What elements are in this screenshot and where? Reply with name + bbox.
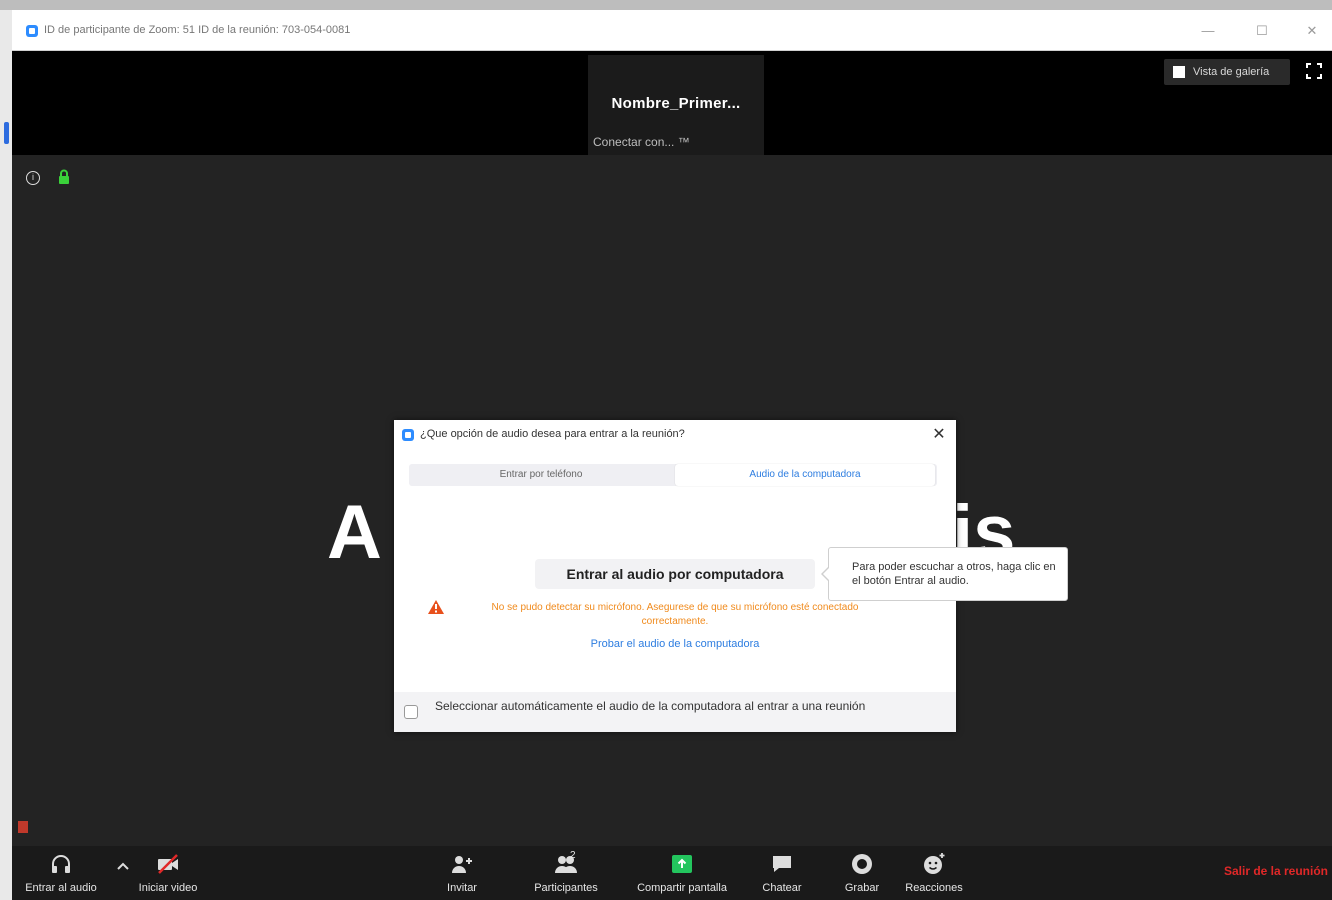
audio-tooltip: Para poder escuchar a otros, haga clic e… <box>821 547 1068 601</box>
tab-computer-audio[interactable]: Audio de la computadora <box>675 464 935 486</box>
record-label: Grabar <box>844 882 880 894</box>
speaker-name: Nombre_Primer... <box>611 95 741 112</box>
participants-count: 2 <box>570 850 576 861</box>
audio-tabs: Entrar por teléfono Audio de la computad… <box>409 464 937 486</box>
start-video-label: Iniciar video <box>138 882 198 894</box>
reactions-label: Reacciones <box>905 882 963 894</box>
headphones-icon <box>52 855 70 873</box>
emoji-icon <box>924 853 945 874</box>
join-computer-audio-button[interactable]: Entrar al audio por computadora <box>535 559 815 589</box>
zoom-app-icon <box>26 25 38 37</box>
share-screen-label: Compartir pantalla <box>637 882 727 894</box>
join-audio-button[interactable]: Entrar al audio <box>12 846 110 900</box>
gallery-view-button[interactable]: Vista de galería <box>1164 59 1290 85</box>
maximize-button[interactable]: ☐ <box>1248 20 1276 42</box>
tooltip-text: Para poder escuchar a otros, haga clic e… <box>852 561 1056 587</box>
recording-indicator <box>18 821 28 833</box>
record-icon <box>852 854 872 874</box>
desktop-left-strip <box>0 10 12 900</box>
invite-button[interactable]: Invitar <box>432 846 492 900</box>
fullscreen-icon[interactable] <box>1306 63 1322 79</box>
test-computer-audio-link: Probar el audio de la computadora <box>394 638 956 650</box>
background-name-text-left: A <box>327 490 382 575</box>
warning-icon <box>428 600 444 614</box>
gallery-view-label: Vista de galería <box>1193 66 1270 78</box>
meeting-toolbar: Entrar al audio Iniciar video Invitar 2 … <box>12 846 1332 900</box>
speaker-status: Conectar con... ™ <box>593 135 690 149</box>
meeting-info-icon[interactable]: i <box>26 171 40 185</box>
window-title: ID de participante de Zoom: 51 ID de la … <box>44 24 351 36</box>
chat-button[interactable]: Chatear <box>752 846 812 900</box>
add-user-icon <box>452 856 472 873</box>
close-window-button[interactable]: ✕ <box>1298 20 1326 42</box>
window-frame-top <box>0 0 1332 10</box>
participants-label: Participantes <box>534 882 598 894</box>
speaker-tile[interactable]: Nombre_Primer... Conectar con... ™ <box>588 55 764 155</box>
chat-icon <box>773 856 791 872</box>
dialog-title: ¿Que opción de audio desea para entrar a… <box>420 428 685 440</box>
invite-label: Invitar <box>447 882 477 894</box>
grid-icon <box>1173 66 1185 78</box>
leave-meeting-button[interactable]: Salir de la reunión <box>1196 864 1328 878</box>
minimize-button[interactable]: — <box>1194 20 1222 42</box>
chevron-up-icon[interactable] <box>116 860 130 872</box>
window-titlebar: ID de participante de Zoom: 51 ID de la … <box>12 12 1332 51</box>
join-audio-label: Entrar al audio <box>25 882 97 894</box>
record-button[interactable]: Grabar <box>832 846 892 900</box>
auto-select-audio-row: Seleccionar automáticamente el audio de … <box>394 692 956 732</box>
desktop-blue-mark <box>4 122 9 144</box>
auto-select-audio-label: Seleccionar automáticamente el audio de … <box>435 699 866 713</box>
speaker-strip: Nombre_Primer... Conectar con... ™ Vista… <box>12 51 1332 155</box>
tab-phone[interactable]: Entrar por teléfono <box>409 464 673 486</box>
auto-select-audio-checkbox[interactable] <box>404 705 418 719</box>
chat-label: Chatear <box>762 882 802 894</box>
microphone-warning: No se pudo detectar su micrófono. Asegur… <box>491 602 859 627</box>
video-off-icon <box>158 854 178 874</box>
participants-button[interactable]: 2 Participantes <box>518 846 614 900</box>
close-icon[interactable]: ✕ <box>930 424 948 444</box>
zoom-dialog-icon <box>402 429 414 441</box>
reactions-button[interactable]: Reacciones <box>898 846 970 900</box>
test-audio-link-text[interactable]: Probar el audio de la computadora <box>591 638 760 650</box>
share-screen-button[interactable]: Compartir pantalla <box>626 846 738 900</box>
encryption-lock-icon[interactable] <box>58 169 70 185</box>
start-video-button[interactable]: Iniciar video <box>132 846 204 900</box>
share-screen-icon <box>672 855 692 873</box>
